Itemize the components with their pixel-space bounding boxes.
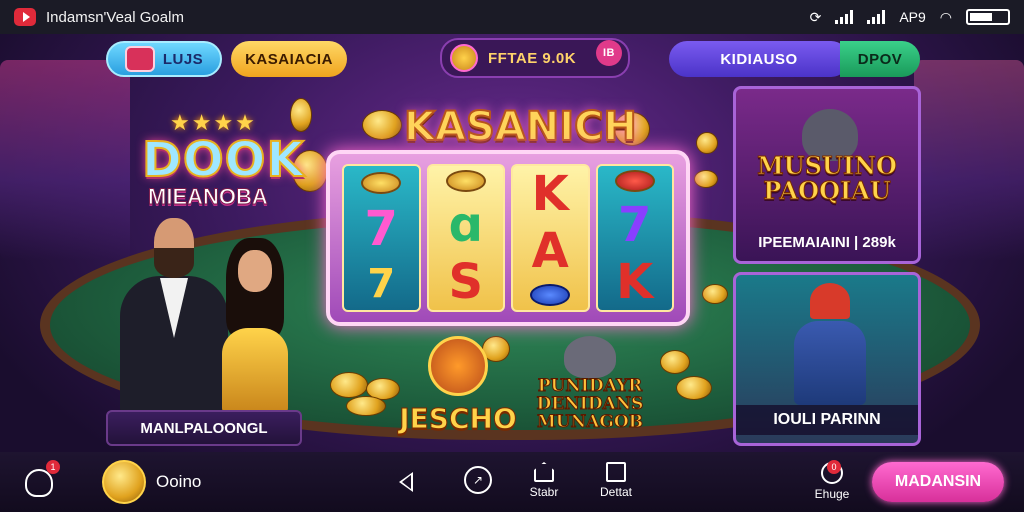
pundayr-game-tile[interactable]: PUNIDAYR DENIDANS MUNAGOB <box>530 336 650 448</box>
kasaiacia-label: KASAIACIA <box>245 50 333 68</box>
coin-icon <box>102 460 146 504</box>
dpov-button[interactable]: DPOV <box>840 41 920 77</box>
swirl-symbol: ɑ <box>448 196 483 253</box>
ehuge-button[interactable]: 0 Ehuge <box>812 460 852 501</box>
prize-coin-icon <box>450 44 478 72</box>
notification-icon: 0 <box>821 460 843 484</box>
coin-decoration <box>290 98 312 132</box>
musuino-game-card[interactable]: MUSUINO PAOQIAU IPEEMAIAINI | 289k <box>733 86 921 264</box>
prize-badge: IB <box>596 40 622 66</box>
game-logo-title: DOOK <box>141 131 305 189</box>
sync-icon: ⟳ <box>809 8 822 25</box>
slot-reel: 7 K <box>595 164 674 312</box>
madansin-button[interactable]: MADANSIN <box>872 462 1004 502</box>
home-badge: 1 <box>46 460 60 474</box>
pundayr-title: PUNIDAYR DENIDANS MUNAGOB <box>536 376 644 432</box>
slot-machine[interactable]: 7 7 ɑ S K A 7 K <box>326 150 690 326</box>
iouli-footer: IOULI PARINN <box>736 405 918 435</box>
coin-symbol <box>361 171 402 194</box>
wifi-icon: ◠ <box>939 8 952 25</box>
lujs-label: LUJS <box>162 50 204 68</box>
kasaiacia-button[interactable]: KASAIACIA <box>231 41 347 77</box>
coin-decoration <box>660 350 690 374</box>
game-logo-subtitle: MIEANOBA <box>148 184 269 210</box>
ehuge-label: Ehuge <box>814 487 850 501</box>
lujs-button[interactable]: LUJS <box>106 41 222 77</box>
iouli-game-card[interactable]: IOULI PARINN <box>733 272 921 446</box>
slot-reel: 7 7 <box>342 164 421 312</box>
dettat-label: Dettat <box>599 485 632 499</box>
dettat-button[interactable]: Dettat <box>594 462 638 499</box>
back-button[interactable] <box>392 468 420 496</box>
coin-symbol <box>445 170 486 193</box>
reel-symbol: 7 <box>364 200 398 257</box>
signal-icon <box>835 10 854 24</box>
house-icon <box>534 462 554 482</box>
gem-symbol <box>530 283 571 306</box>
reel-symbol: K <box>531 166 569 223</box>
reel-symbol: 7 <box>367 261 396 308</box>
coin-balance-button[interactable]: Ooino <box>102 460 201 504</box>
coin-decoration <box>676 376 712 400</box>
gem-symbol <box>614 170 655 193</box>
bottom-nav: 1 Ooino ↗ Stabr Dettat 0 Ehuge MADANSIN <box>0 452 1024 512</box>
gift-icon <box>124 46 155 72</box>
status-icons: ⟳ AP9 ◠ <box>810 9 1010 26</box>
dpov-label: DPOV <box>857 50 903 68</box>
battery-icon <box>966 9 1010 25</box>
slot-reel: K A <box>511 164 590 312</box>
coin-decoration <box>362 110 402 140</box>
prize-pill[interactable]: FFTAE 9.0K IB <box>440 38 630 78</box>
jescho-title: JESCHO <box>399 402 518 436</box>
reel-symbol: A <box>531 222 569 279</box>
kidiauso-button[interactable]: KIDIAUSO <box>669 41 849 77</box>
reel-symbol: K <box>616 253 654 310</box>
slot-title: KASANICH <box>403 103 638 151</box>
slot-machines-left <box>0 60 130 260</box>
musuino-title: MUSUINO PAOQIAU <box>757 151 898 206</box>
coin-decoration <box>330 372 368 398</box>
status-text: AP9 <box>899 9 926 25</box>
table-game-label[interactable]: MANLPALOONGL <box>106 410 302 446</box>
kidiauso-label: KIDIAUSO <box>720 50 798 68</box>
madansin-label: MADANSIN <box>894 473 982 490</box>
square-icon <box>606 462 626 482</box>
status-title: Indamsn'Veal Goalm <box>46 8 184 26</box>
status-bar: Indamsn'Veal Goalm ⟳ AP9 ◠ <box>0 0 1024 34</box>
coin-decoration <box>346 396 386 416</box>
hero-character <box>790 283 870 405</box>
reel-symbol: S <box>448 253 484 310</box>
back-arrow-icon <box>399 472 413 492</box>
slot-machines-right <box>914 60 1024 260</box>
notification-badge: 0 <box>827 460 841 474</box>
clock-button[interactable]: ↗ <box>464 466 492 494</box>
coin-decoration <box>696 132 718 154</box>
slot-reel: ɑ S <box>426 164 505 312</box>
jescho-game-tile[interactable]: JESCHO <box>398 330 518 448</box>
prize-label: FFTAE 9.0K <box>488 49 577 67</box>
stabr-label: Stabr <box>529 485 559 499</box>
musuino-footer: IPEEMAIAINI | 289k <box>758 234 896 251</box>
stabr-button[interactable]: Stabr <box>524 462 564 499</box>
clock-icon: ↗ <box>472 473 484 487</box>
coin-decoration <box>702 284 728 304</box>
woman-character <box>212 238 302 414</box>
signal-icon <box>867 10 886 24</box>
reel-symbol: 7 <box>618 196 652 253</box>
coin-decoration <box>694 170 718 188</box>
mascot-icon <box>428 336 488 396</box>
home-button[interactable]: 1 <box>22 460 60 500</box>
coin-label: Ooino <box>156 472 202 491</box>
app-logo-icon <box>14 8 36 26</box>
panther-icon <box>564 336 616 378</box>
